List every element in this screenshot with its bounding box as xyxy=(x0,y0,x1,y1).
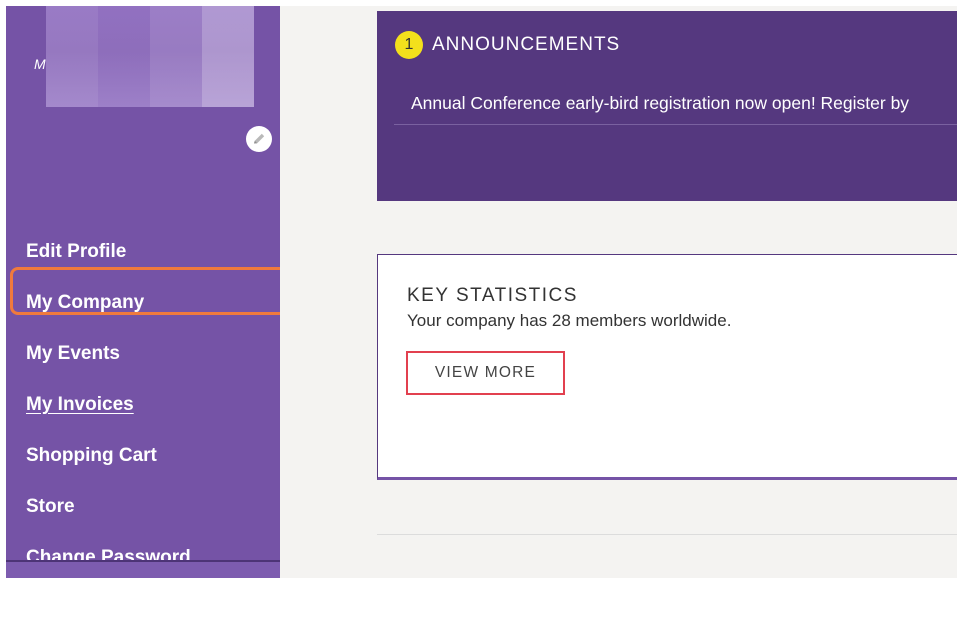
sidebar-item-shopping-cart[interactable]: Shopping Cart xyxy=(26,439,157,473)
view-more-button[interactable]: VIEW MORE xyxy=(406,351,565,395)
sidebar-item-my-events[interactable]: My Events xyxy=(26,337,120,371)
announcements-count-badge: 1 xyxy=(395,31,423,59)
announcement-item[interactable]: Annual Conference early-bird registratio… xyxy=(411,90,957,116)
sidebar-item-help[interactable]: Help xyxy=(26,592,67,626)
profile-photo-blurred xyxy=(46,6,254,107)
content-divider xyxy=(377,534,957,535)
key-statistics-title: KEY STATISTICS xyxy=(407,285,578,306)
sidebar-bottom-section xyxy=(6,562,280,578)
profile-name-initial: M xyxy=(34,56,46,72)
sidebar-item-edit-profile[interactable]: Edit Profile xyxy=(26,235,126,269)
announcements-title: ANNOUNCEMENTS xyxy=(432,34,621,55)
my-invoices-highlight xyxy=(10,267,288,315)
key-statistics-text: Your company has 28 members worldwide. xyxy=(407,311,732,330)
sidebar-item-my-invoices[interactable]: My Invoices xyxy=(26,388,134,422)
sidebar-item-store[interactable]: Store xyxy=(26,490,75,524)
pencil-icon[interactable] xyxy=(246,126,272,152)
announcement-divider xyxy=(394,124,957,125)
